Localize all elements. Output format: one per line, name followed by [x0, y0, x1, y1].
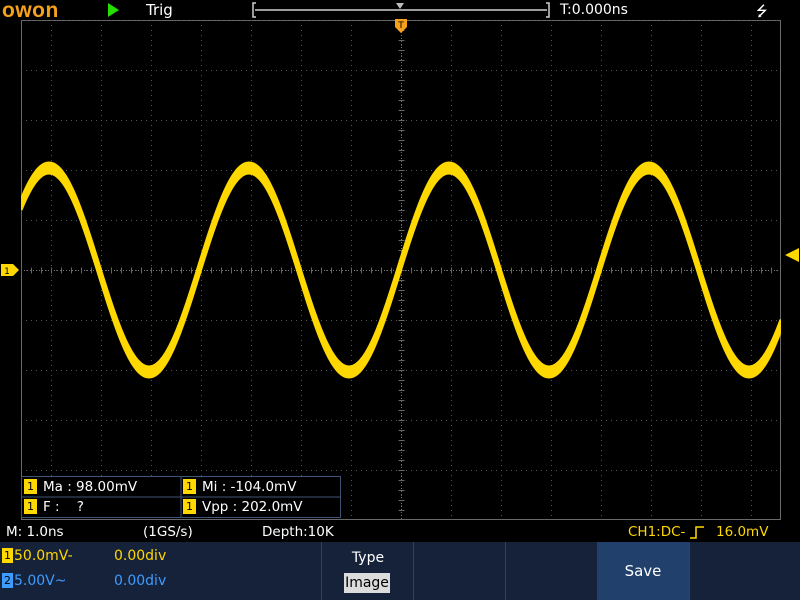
ch1-badge: 1 [183, 479, 196, 494]
type-label: Type [351, 550, 385, 566]
svg-text:1: 1 [4, 267, 10, 277]
waveform-display[interactable] [21, 20, 781, 520]
run-icon[interactable] [108, 3, 119, 17]
ch2-badge: 2 [2, 573, 13, 588]
ch1-offset: 0.00div [114, 548, 167, 564]
ch1-settings[interactable]: 1 50.0mV- [2, 548, 73, 564]
memory-position-bar[interactable] [250, 0, 555, 20]
timebase: M: 1.0ns [6, 524, 64, 540]
ch1-badge: 1 [2, 548, 13, 563]
ch2-offset: 0.00div [114, 573, 167, 589]
save-button[interactable]: Save [597, 542, 689, 600]
rising-edge-icon [690, 526, 704, 539]
trigger-position-marker[interactable]: T [394, 18, 408, 34]
trigger-level: 16.0mV [716, 524, 769, 540]
sample-rate: (1GS/s) [143, 524, 193, 540]
measurement-vpp: 1 Vpp : 202.0mV [181, 497, 303, 517]
ch1-badge: 1 [24, 499, 37, 514]
status-line: M: 1.0ns (1GS/s) Depth:10K CH1:DC- 16.0m… [0, 522, 800, 542]
ch1-badge: 1 [24, 479, 37, 494]
trigger-source: CH1:DC- [628, 524, 686, 540]
measurement-panel: 1 Ma : 98.00mV 1 Mi : -104.0mV 1F : ? 1 Vpp… [21, 476, 341, 518]
type-value: Image [344, 573, 390, 593]
measurement-min: 1 Mi : -104.0mV [181, 477, 296, 497]
empty-softkey-4[interactable] [506, 542, 597, 600]
measurement-max: 1 Ma : 98.00mV [22, 477, 137, 497]
trigger-level-marker[interactable] [783, 247, 800, 263]
empty-softkey-6[interactable] [690, 542, 800, 600]
ch1-badge: 1 [183, 499, 196, 514]
measurement-frequency: 1F : ? [22, 497, 84, 517]
ch1-ground-marker[interactable]: 1 [0, 263, 20, 277]
softkey-menu: 1 50.0mV- 0.00div 2 5.00V~ 0.00div Type Im… [0, 542, 800, 600]
empty-softkey-3[interactable] [414, 542, 505, 600]
time-offset: T:0.000ns [560, 2, 628, 18]
memory-depth: Depth:10K [262, 524, 334, 540]
trigger-status: Trig [146, 1, 173, 19]
svg-text:T: T [397, 21, 404, 31]
ch2-settings[interactable]: 2 5.00V~ [2, 573, 66, 589]
view-position-icon [396, 3, 404, 9]
